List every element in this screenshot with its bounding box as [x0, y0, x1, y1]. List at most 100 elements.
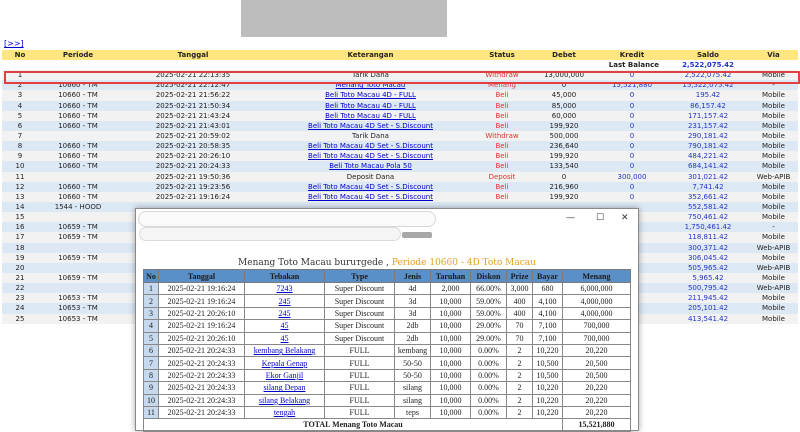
- row-keterangan-text[interactable]: Beli Toto Macau 4D Set - S.Discount: [308, 122, 433, 130]
- row-status-text: Beli: [495, 101, 509, 110]
- row-kredit: 0: [597, 141, 667, 152]
- close-icon[interactable]: ✕: [621, 213, 629, 223]
- popup-scrollbar[interactable]: [402, 232, 432, 238]
- row-keterangan-text[interactable]: Beli Toto Macau 4D - FULL: [325, 112, 416, 120]
- row-keterangan-text[interactable]: Beli Toto Macau 4D Set - S.Discount: [308, 193, 433, 201]
- wrow-no: 1: [143, 281, 159, 296]
- wrow-tebakan: tengah: [244, 405, 325, 420]
- wrow-tebakan-text[interactable]: kembang Belakang: [254, 346, 316, 355]
- wrow-prize: 70: [506, 319, 533, 333]
- row-saldo: 205,101.42: [667, 303, 749, 314]
- wrow-jenis-text: teps: [406, 408, 419, 418]
- row-keterangan-text[interactable]: Menang Toto Macau: [336, 81, 406, 89]
- row-via: Mobile: [749, 120, 798, 131]
- wrow-menang: 700,000: [562, 331, 631, 345]
- row-status-text: Withdraw: [485, 132, 519, 141]
- row-saldo-text: 118,811.42: [687, 233, 729, 242]
- row-no-text: 6: [17, 121, 23, 130]
- wrow-tebakan-text[interactable]: 45: [281, 334, 289, 343]
- winnings-popup-window: — ☐ ✕ Menang Toto Macau buruтgede , Peri…: [135, 208, 639, 432]
- row-via-text: Mobile: [762, 213, 785, 222]
- wrow-taruhan: 10,000: [430, 331, 471, 345]
- minimize-icon[interactable]: —: [566, 213, 575, 223]
- winnings-row: 2 2025-02-21 19:16:24 245 Super Discount 3d 1…: [143, 294, 631, 308]
- row-keterangan-text[interactable]: Beli Toto Macau 4D Set - S.Discount: [308, 183, 433, 191]
- row-periode: 10660 - TM: [38, 110, 118, 121]
- wrow-tebakan-text[interactable]: Kepala Genap: [262, 359, 308, 368]
- row-periode: 1544 - HOOD: [38, 201, 118, 213]
- wrow-diskon-text: 0.00%: [478, 358, 499, 368]
- wrow-tebakan-text[interactable]: tengah: [274, 408, 295, 417]
- row-periode: 10660 - TM: [38, 181, 118, 192]
- row-no: 6: [2, 120, 38, 131]
- row-keterangan-text[interactable]: Beli Toto Macau Pola 50: [329, 162, 412, 170]
- next-page-link[interactable]: [>>]: [4, 39, 24, 48]
- row-saldo: 86,157.42: [667, 100, 749, 111]
- row-periode-text: 10660 - TM: [58, 152, 98, 161]
- row-no-text: 8: [17, 142, 23, 151]
- row-debet-text: 60,000: [551, 111, 577, 120]
- wrow-type-text: Super Discount: [334, 333, 385, 343]
- row-no: 18: [2, 242, 38, 253]
- wrow-no-text: 2: [149, 296, 153, 306]
- row-via-text: Mobile: [762, 111, 785, 120]
- row-keterangan-text: Tarik Dana: [352, 71, 389, 80]
- wrow-menang: 20,220: [562, 381, 631, 395]
- wrow-bayar: 680: [532, 281, 563, 296]
- row-via: Web-APIB: [749, 283, 798, 294]
- row-tanggal-text: 2025-02-21 22:13:35: [155, 71, 231, 80]
- wrow-jenis: teps: [394, 405, 431, 420]
- wrow-type-text: FULL: [349, 383, 370, 393]
- wrow-jenis-text: silang: [402, 395, 423, 405]
- row-keterangan: Beli Toto Macau 4D Set - S.Discount: [268, 181, 473, 192]
- wrow-type: Super Discount: [324, 281, 395, 296]
- row-via: Mobile: [749, 181, 798, 192]
- row-no-text: 14: [15, 203, 25, 212]
- wrow-diskon: 66.00%: [470, 281, 507, 296]
- row-debet-text: 13,000,000: [543, 71, 585, 80]
- col-periode: Periode: [38, 50, 118, 60]
- row-keterangan-text[interactable]: Beli Toto Macau 4D Set - S.Discount: [308, 142, 433, 150]
- wrow-tebakan-text[interactable]: 245: [279, 309, 291, 318]
- maximize-icon[interactable]: ☐: [596, 213, 604, 223]
- row-debet: 0: [531, 171, 597, 182]
- wrow-tebakan-text[interactable]: 7243: [277, 284, 293, 293]
- row-via: -: [749, 80, 798, 91]
- row-via: Mobile: [749, 212, 798, 223]
- row-periode-text: 10660 - TM: [58, 111, 98, 120]
- wrow-taruhan-text: 10,000: [439, 370, 462, 380]
- wrow-tebakan-text[interactable]: 245: [279, 297, 291, 306]
- row-via: Mobile: [749, 303, 798, 314]
- row-periode: 10659 - TM: [38, 222, 118, 233]
- row-kredit: 0: [597, 151, 667, 162]
- wrow-prize-text: 2: [517, 383, 522, 393]
- row-periode-text: 10660 - TM: [58, 162, 98, 171]
- row-periode-text: 1544 - HOOD: [54, 203, 102, 212]
- wrow-tebakan-text[interactable]: Ekor Ganjil: [266, 371, 304, 380]
- row-no: 15: [2, 212, 38, 223]
- table-row: 7 2025-02-21 20:59:02 Tarik Dana Withdraw 50…: [2, 130, 798, 142]
- row-keterangan-text[interactable]: Beli Toto Macau 4D - FULL: [325, 102, 416, 110]
- wcol-taruhan: Taruhan: [430, 269, 471, 283]
- table-row: 5 10660 - TM 2025-02-21 21:43:24 Beli Toto …: [2, 110, 798, 121]
- row-saldo: 118,811.42: [667, 232, 749, 243]
- row-keterangan-text[interactable]: Beli Toto Macau 4D Set - S.Discount: [308, 152, 433, 160]
- total-label: TOTAL Menang Toto Macau: [143, 418, 563, 432]
- row-saldo-text: 231,157.42: [687, 121, 729, 130]
- row-debet-text: 199,920: [549, 152, 579, 161]
- table-row: 1 2025-02-21 22:13:35 Tarik Dana Withdraw 13…: [2, 70, 798, 81]
- wrow-jenis: 2db: [394, 331, 431, 345]
- wrow-type-text: Super Discount: [334, 308, 385, 318]
- row-tanggal: 2025-02-21 20:26:10: [118, 151, 268, 162]
- row-via-text: Mobile: [762, 132, 785, 141]
- wrow-tebakan-text[interactable]: 45: [281, 321, 289, 330]
- wrow-tebakan-text[interactable]: silang Depan: [264, 383, 306, 392]
- wrow-menang-text: 20,500: [585, 358, 608, 368]
- row-tanggal-text: 2025-02-21 19:16:24: [155, 192, 231, 201]
- row-saldo: 352,661.42: [667, 191, 749, 202]
- wrow-bayar: 4,100: [532, 294, 563, 308]
- wrow-tebakan-text[interactable]: silang Belakang: [259, 396, 310, 405]
- wrow-tebakan: 45: [244, 331, 325, 345]
- row-keterangan-text[interactable]: Beli Toto Macau 4D - FULL: [325, 91, 416, 99]
- wrow-diskon: 59.00%: [470, 306, 507, 321]
